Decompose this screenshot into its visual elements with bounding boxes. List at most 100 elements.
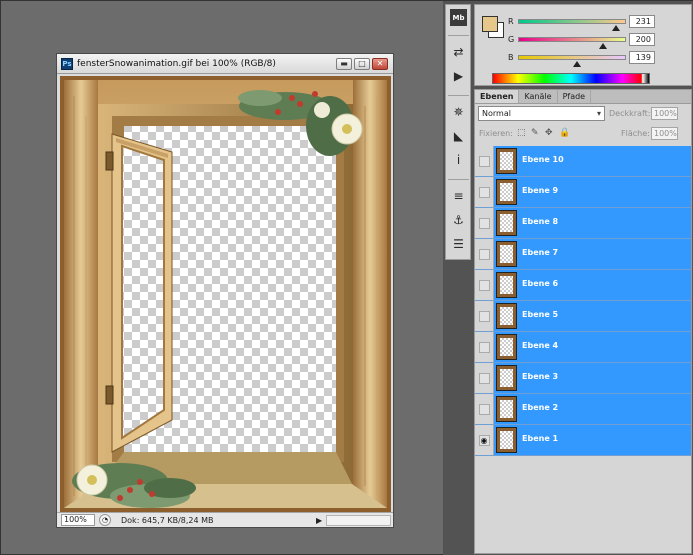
visibility-off-icon [478,186,490,198]
fill-field[interactable]: 100% [651,127,678,140]
layer-visibility-toggle[interactable] [475,301,494,331]
layer-thumbnail[interactable] [496,334,517,360]
red-slider[interactable] [518,19,626,24]
actions-icon[interactable]: ▶ [450,67,467,84]
layer-thumbnail[interactable] [496,272,517,298]
blue-slider-thumb[interactable] [572,61,581,67]
layer-name[interactable]: Ebene 9 [522,186,558,195]
layer-name[interactable]: Ebene 5 [522,310,558,319]
visibility-off-icon [478,217,490,229]
navigator-icon[interactable]: ✵ [450,103,467,120]
layer-row[interactable]: Ebene 5 [475,301,691,332]
red-value-field[interactable]: 231 [629,15,655,28]
blue-value-field[interactable]: 139 [629,51,655,64]
layer-row[interactable]: ◉ Ebene 1 [475,425,691,456]
layer-visibility-toggle[interactable] [475,208,494,238]
layer-visibility-toggle[interactable] [475,239,494,269]
layer-visibility-toggle[interactable] [475,177,494,207]
layer-row[interactable]: Ebene 2 [475,394,691,425]
opacity-field[interactable]: 100% [651,107,678,120]
history-icon[interactable]: ⇄ [450,43,467,60]
visibility-off-icon [478,279,490,291]
color-spectrum-bar[interactable] [492,73,650,84]
lock-all-icon[interactable]: 🔒 [559,128,570,138]
layer-row[interactable]: Ebene 3 [475,363,691,394]
layer-thumbnail[interactable] [496,210,517,236]
layer-thumbnail[interactable] [496,179,517,205]
layer-name[interactable]: Ebene 3 [522,372,558,381]
green-slider[interactable] [518,37,626,42]
document-window[interactable]: Ps fensterSnowanimation.gif bei 100% (RG… [56,53,394,528]
layer-visibility-toggle[interactable] [475,363,494,393]
document-statusbar: 100% ◔ Dok: 645,7 KB/8,24 MB ▶ [57,512,393,527]
document-titlebar[interactable]: Ps fensterSnowanimation.gif bei 100% (RG… [57,54,393,74]
layer-row[interactable]: Ebene 8 [475,208,691,239]
status-arrow-icon[interactable]: ▶ [316,516,326,525]
layer-visibility-toggle[interactable] [475,270,494,300]
tool-presets-icon[interactable]: ☰ [450,235,467,252]
green-channel-label: G [508,35,515,44]
document-canvas[interactable] [60,76,391,512]
panel-separator [448,179,469,180]
layer-visibility-toggle[interactable]: ◉ [475,425,494,455]
clone-source-icon[interactable]: ⚓ [450,211,467,228]
window-frame-artwork [60,76,391,512]
layer-list: Ebene 10 Ebene 9 Ebene 8 Ebene 7 Ebene 6 Eben… [475,146,691,456]
layer-thumbnail[interactable] [496,148,517,174]
layer-name[interactable]: Ebene 2 [522,403,558,412]
lock-pixels-icon[interactable]: ✎ [531,128,539,138]
brush-presets-icon[interactable]: ≡ [450,187,467,204]
visibility-off-icon [478,248,490,260]
red-slider-thumb[interactable] [611,25,620,31]
tab-channels[interactable]: Kanäle [519,90,558,103]
layer-thumbnail[interactable] [496,241,517,267]
blend-mode-select[interactable]: Normal [478,106,605,121]
layer-visibility-toggle[interactable] [475,394,494,424]
layer-row[interactable]: Ebene 10 [475,146,691,177]
foreground-color-swatch[interactable] [482,16,498,32]
fill-label: Fläche: [621,129,650,138]
layer-row[interactable]: Ebene 4 [475,332,691,363]
tab-layers[interactable]: Ebenen [475,90,520,103]
layer-row[interactable]: Ebene 6 [475,270,691,301]
visibility-off-icon [478,403,490,415]
layer-visibility-toggle[interactable] [475,146,494,176]
visibility-off-icon [478,372,490,384]
lock-transparency-icon[interactable]: ⬚ [517,128,526,138]
photoshop-workspace: Ps fensterSnowanimation.gif bei 100% (RG… [0,0,693,555]
layer-thumbnail[interactable] [496,303,517,329]
layer-row[interactable]: Ebene 9 [475,177,691,208]
panel-separator [448,35,469,36]
panel-icon-strip: Mb ⇄ ▶ ✵ ◣ i ≡ ⚓ ☰ [445,4,471,260]
histogram-icon[interactable]: ◣ [450,127,467,144]
layer-thumbnail[interactable] [496,396,517,422]
mini-bridge-icon[interactable]: Mb [450,9,467,26]
horizontal-scrollbar[interactable] [326,514,391,526]
visibility-off-icon [478,341,490,353]
status-menu-icon[interactable]: ◔ [99,514,111,526]
green-slider-thumb[interactable] [598,43,607,49]
eye-icon: ◉ [478,434,490,446]
layer-thumbnail[interactable] [496,427,517,453]
layer-name[interactable]: Ebene 10 [522,155,564,164]
zoom-field[interactable]: 100% [61,514,95,526]
document-size-info: Dok: 645,7 KB/8,24 MB [121,515,214,525]
tab-paths[interactable]: Pfade [558,90,592,103]
minimize-button[interactable]: ▬ [336,57,352,70]
layer-thumbnail[interactable] [496,365,517,391]
visibility-off-icon [478,155,490,167]
close-button[interactable]: ✕ [372,57,388,70]
layer-name[interactable]: Ebene 6 [522,279,558,288]
green-value-field[interactable]: 200 [629,33,655,46]
layer-name[interactable]: Ebene 4 [522,341,558,350]
lock-position-icon[interactable]: ✥ [545,128,553,138]
blue-slider[interactable] [518,55,626,60]
info-icon[interactable]: i [450,151,467,168]
layer-name[interactable]: Ebene 1 [522,434,558,443]
layer-row[interactable]: Ebene 7 [475,239,691,270]
layer-visibility-toggle[interactable] [475,332,494,362]
maximize-button[interactable]: □ [354,57,370,70]
layer-name[interactable]: Ebene 8 [522,217,558,226]
red-channel-label: R [508,17,514,26]
layer-name[interactable]: Ebene 7 [522,248,558,257]
